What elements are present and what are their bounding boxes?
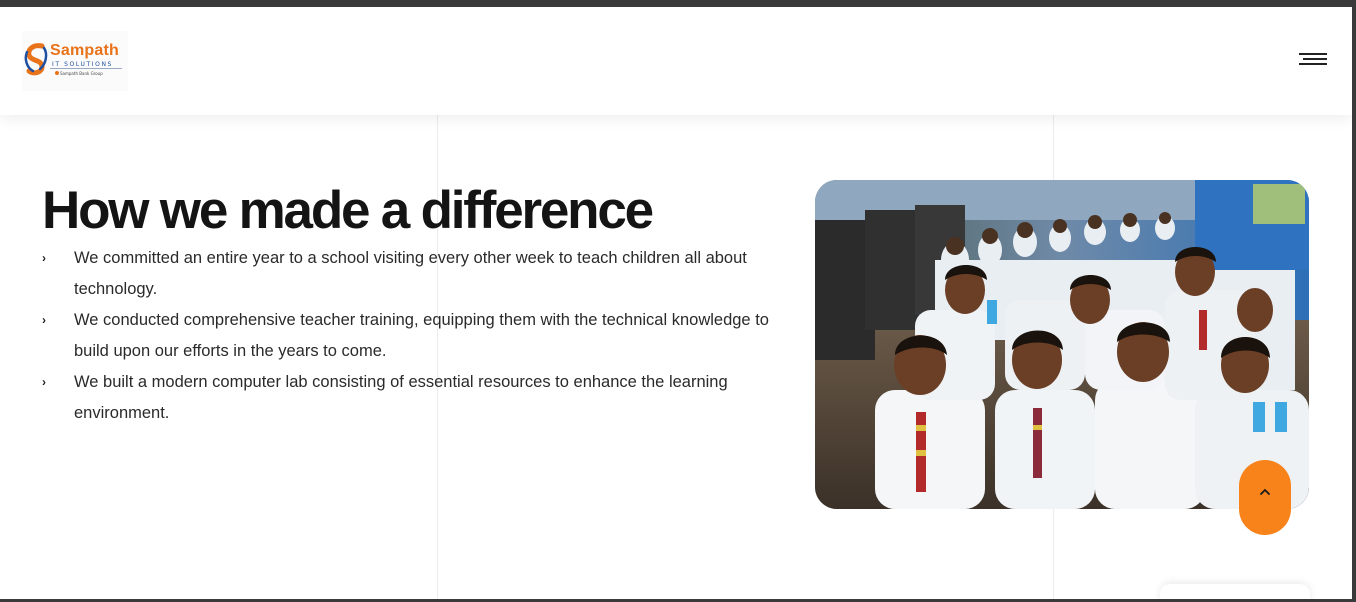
photo-illustration [815, 180, 1309, 509]
brand-group-icon [55, 71, 59, 75]
school-children-photo [815, 180, 1309, 509]
chevron-right-icon: › [42, 251, 46, 265]
scroll-to-top-button[interactable] [1239, 460, 1291, 535]
window-edge [1352, 0, 1356, 602]
brand-divider [50, 68, 122, 69]
section-title: How we made a difference [42, 181, 654, 240]
brand-mark-icon [24, 43, 48, 76]
page-viewport: Sampath IT SOLUTIONS Sampath Bank Group … [0, 7, 1352, 599]
brand-subtitle: IT SOLUTIONS [52, 61, 113, 68]
chat-widget-tab[interactable] [1160, 584, 1310, 599]
list-item: › We built a modern computer lab consist… [42, 367, 802, 429]
site-header: Sampath IT SOLUTIONS Sampath Bank Group [0, 7, 1352, 115]
menu-bar [1299, 53, 1327, 55]
chevron-right-icon: › [42, 375, 46, 389]
hamburger-menu-icon[interactable] [1297, 53, 1327, 73]
brand-name: Sampath [50, 42, 119, 59]
list-item-text: We committed an entire year to a school … [74, 249, 747, 298]
chevron-right-icon: › [42, 313, 46, 327]
impact-list: › We committed an entire year to a schoo… [42, 243, 802, 429]
brand-group: Sampath Bank Group [60, 71, 103, 76]
menu-bar [1303, 58, 1327, 60]
list-item-text: We built a modern computer lab consistin… [74, 373, 728, 422]
list-item-text: We conducted comprehensive teacher train… [74, 311, 769, 360]
menu-bar [1299, 63, 1327, 65]
list-item: › We conducted comprehensive teacher tra… [42, 305, 802, 367]
list-item: › We committed an entire year to a schoo… [42, 243, 802, 305]
brand-logo[interactable]: Sampath IT SOLUTIONS Sampath Bank Group [22, 31, 128, 91]
chevron-up-icon [1260, 488, 1270, 495]
